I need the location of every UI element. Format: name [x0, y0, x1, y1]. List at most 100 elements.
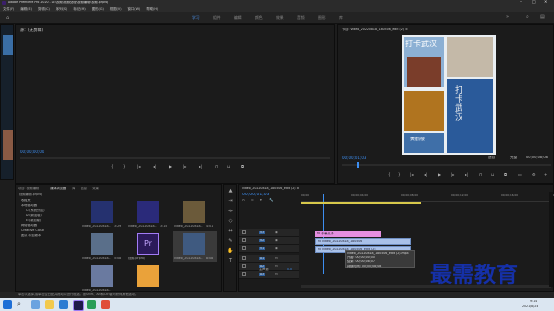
razor-tool-icon[interactable]: ◇ [227, 218, 234, 225]
edge-icon[interactable] [59, 300, 68, 309]
search-icon[interactable]: ⌕ [17, 300, 26, 309]
lock-icon[interactable] [242, 230, 246, 234]
goto-out-icon[interactable]: ▸| [199, 165, 202, 169]
insert-icon[interactable]: ⊓ [215, 165, 218, 169]
source-timecode[interactable]: 00;00;00;00 [20, 150, 44, 154]
tree-item[interactable]: Creative Cloud [21, 229, 44, 232]
track-header[interactable]: V3 ◉ [239, 229, 299, 237]
timeline-timecode[interactable]: 00;00;01;03 [242, 193, 269, 198]
tree-item[interactable]: 收藏夹 [21, 199, 31, 202]
track-label[interactable]: V3 [259, 230, 266, 234]
step-forward-icon[interactable]: |▸ [183, 165, 186, 169]
project-tab[interactable]: 库 [72, 187, 75, 190]
premiere-taskbar-icon[interactable] [73, 300, 84, 311]
add-button-icon[interactable]: + [544, 173, 547, 177]
type-tool-icon[interactable]: T [227, 258, 234, 265]
media-item[interactable]: video_20220818.. 5:08 [81, 231, 125, 262]
notification-icon[interactable]: ▤ [540, 14, 545, 20]
workspace-tab[interactable]: 音频 [297, 15, 305, 21]
workspace-tab[interactable]: 效果 [276, 15, 284, 21]
goto-out-icon[interactable]: ▸| [465, 173, 468, 177]
workspace-tab[interactable]: 图形 [318, 15, 326, 21]
track-header[interactable]: A1 M [239, 255, 299, 263]
close-button[interactable]: ✕ [544, 0, 547, 4]
step-back-icon[interactable]: ◂| [153, 165, 156, 169]
mark-out-icon[interactable]: } [123, 165, 126, 169]
program-timecode[interactable]: 00;00;01;03 [342, 156, 366, 160]
mute-icon[interactable]: M [275, 257, 278, 260]
export-frame-icon[interactable]: ◘ [241, 165, 244, 169]
goto-in-icon[interactable]: |◂ [410, 173, 413, 177]
mute-icon[interactable]: M [275, 273, 278, 276]
app-taskbar-icon[interactable] [87, 300, 96, 309]
program-scrubber[interactable] [342, 162, 551, 168]
task-view-icon[interactable] [31, 300, 40, 309]
media-item[interactable] [127, 263, 171, 294]
track-label[interactable]: A3 [259, 272, 266, 276]
search-icon[interactable]: ⌕ [526, 14, 529, 20]
mute-icon[interactable]: M [275, 265, 278, 268]
eye-icon[interactable]: ◉ [275, 239, 278, 242]
work-area-bar[interactable] [301, 202, 421, 204]
media-item[interactable]: Pr 视频.prproj [127, 231, 171, 262]
file-explorer-icon[interactable] [45, 300, 54, 309]
media-item[interactable]: video_20220818.. 3:15 [127, 199, 171, 230]
export-frame-icon[interactable]: ◘ [504, 173, 507, 177]
extract-icon[interactable]: ⊔ [491, 173, 494, 177]
media-item[interactable]: video_20220818.. 4:01 [173, 199, 217, 230]
track-label[interactable]: V1 [259, 246, 266, 250]
project-tab[interactable]: 媒体浏览器 [50, 187, 66, 190]
play-icon[interactable]: ▶ [169, 165, 172, 169]
lock-icon[interactable] [242, 238, 246, 242]
mark-in-icon[interactable]: { [111, 165, 114, 169]
source-monitor-tab[interactable]: 源：(无剪辑) [20, 28, 43, 32]
overwrite-icon[interactable]: ⊔ [227, 165, 230, 169]
media-item[interactable]: video_20220818.. 3:29 [81, 199, 125, 230]
settings-icon[interactable]: ⚙ [532, 173, 536, 177]
track-label[interactable]: A1 [259, 256, 266, 260]
pen-tool-icon[interactable]: ✎ [227, 238, 234, 245]
lock-icon[interactable] [242, 272, 246, 276]
lock-icon[interactable] [242, 264, 246, 268]
workspace-tab[interactable]: 颜色 [255, 15, 263, 21]
minimize-button[interactable]: – [520, 0, 522, 4]
eye-icon[interactable]: ◉ [275, 231, 278, 234]
quality-dropdown[interactable]: 完整 [510, 156, 517, 160]
clip-v2[interactable]: fx video_20220818_180506 [315, 238, 411, 245]
snap-icon[interactable]: ∩ [242, 198, 245, 203]
program-playhead[interactable] [357, 162, 359, 168]
workspace-tab[interactable]: 库 [339, 15, 343, 21]
tree-item[interactable]: C:(系统分区) [26, 209, 45, 212]
clip-v3[interactable]: fx 字幕文字 [315, 231, 381, 237]
track-label[interactable]: V2 [259, 238, 266, 242]
more-icon[interactable]: » [506, 14, 509, 20]
track-select-icon[interactable]: ⇥ [227, 198, 234, 205]
tree-item[interactable]: E:(新加卷) [26, 219, 41, 222]
lift-icon[interactable]: ⊓ [479, 173, 482, 177]
tree-item[interactable]: 网络驱动器 [21, 224, 37, 227]
tree-item[interactable]: D:(新加卷) [26, 214, 42, 217]
workspace-tab[interactable]: 学习 [192, 15, 200, 21]
hand-tool-icon[interactable]: ✋ [227, 248, 234, 255]
selection-tool-icon[interactable]: ▲ [227, 188, 234, 195]
linked-selection-icon[interactable]: ⊂ [251, 198, 254, 203]
step-back-icon[interactable]: ◂| [424, 173, 427, 177]
project-tab[interactable]: 效果 [92, 187, 98, 190]
wrench-icon[interactable]: 🔧 [269, 198, 273, 203]
slip-tool-icon[interactable]: ↔ [227, 228, 234, 235]
track-header[interactable]: A3 M [239, 271, 299, 279]
lock-icon[interactable] [242, 246, 246, 250]
windows-start-icon[interactable] [3, 300, 12, 309]
fit-dropdown[interactable]: 适合 [488, 156, 495, 160]
track-header[interactable]: V2 ◉ [239, 237, 299, 245]
learn-thumbnail[interactable] [3, 35, 13, 55]
learn-thumbnail[interactable] [3, 130, 13, 160]
media-item[interactable]: video_20220818.. 8:08 [173, 231, 217, 262]
goto-in-icon[interactable]: |◂ [137, 165, 140, 169]
sequence-tab[interactable]: video_20220818_180506_edit (2) ≡ [242, 187, 299, 190]
eye-icon[interactable]: ◉ [275, 247, 278, 250]
step-forward-icon[interactable]: |▸ [451, 173, 454, 177]
play-icon[interactable]: ▶ [438, 173, 441, 177]
workspace-tab[interactable]: 编辑 [234, 15, 242, 21]
time-ruler[interactable]: 00;00 00;00;04;00 00;00;08;00 00;00;12;00 00… [301, 194, 554, 202]
